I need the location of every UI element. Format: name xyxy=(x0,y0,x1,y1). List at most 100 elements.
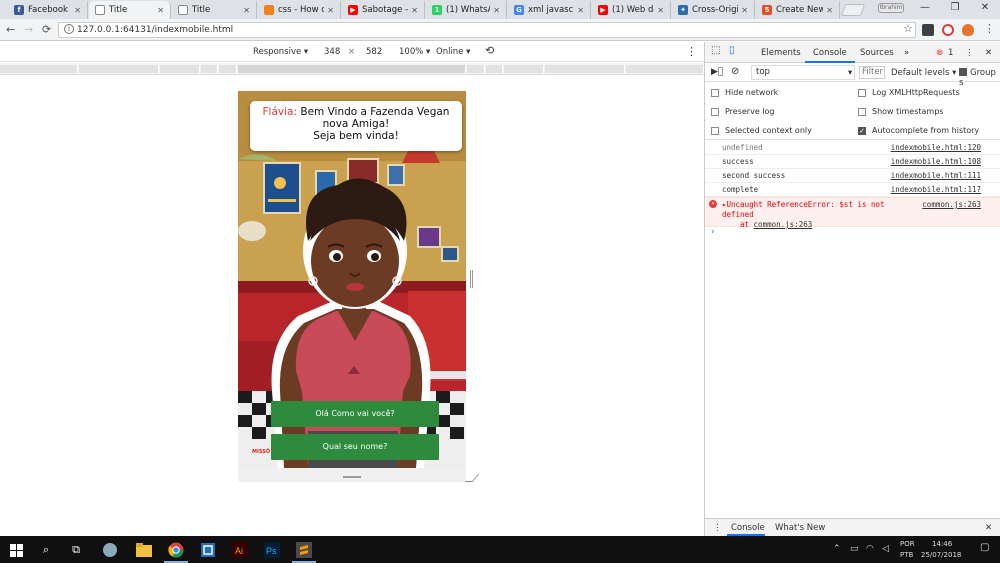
app-icon[interactable] xyxy=(198,540,218,560)
network-icon[interactable]: ▭ xyxy=(850,544,859,554)
drawer-tab-whats-new[interactable]: What's New xyxy=(775,523,825,533)
restore-button[interactable]: ❐ xyxy=(948,2,962,13)
volume-icon[interactable]: ◁ xyxy=(882,544,889,554)
device-mode-select[interactable]: Responsive ▾ xyxy=(253,47,308,57)
browser-tab[interactable]: 5 Create New ✕ xyxy=(756,1,840,19)
input-language[interactable]: POR xyxy=(900,540,915,548)
wifi-icon[interactable]: ◠ xyxy=(866,544,874,554)
preserve-log-checkbox[interactable]: Preserve log xyxy=(711,107,775,116)
zoom-select[interactable]: 100% ▾ xyxy=(399,47,430,57)
clock-time[interactable]: 14:46 xyxy=(932,540,952,548)
browser-tab[interactable]: css - How ca✕ xyxy=(258,1,341,19)
forward-button[interactable]: → xyxy=(24,23,33,36)
browser-tab[interactable]: Title ✕ xyxy=(172,1,257,19)
device-width-input[interactable]: 348 xyxy=(324,47,340,57)
console-prompt[interactable]: › xyxy=(705,227,1000,241)
error-count-icon[interactable]: ⊗ xyxy=(936,48,943,58)
extension-icon[interactable] xyxy=(962,24,974,36)
file-explorer-icon[interactable] xyxy=(134,540,154,560)
drawer-close-icon[interactable]: ✕ xyxy=(985,523,992,533)
app-icon[interactable] xyxy=(100,540,120,560)
extension-icon[interactable] xyxy=(922,24,934,36)
close-tab-icon[interactable]: ✕ xyxy=(243,6,250,15)
chrome-icon[interactable] xyxy=(166,540,186,560)
autocomplete-checkbox[interactable]: ✓ Autocomplete from history xyxy=(858,126,979,135)
close-tab-icon[interactable]: ✕ xyxy=(74,6,81,15)
bookmark-star-icon[interactable]: ☆ xyxy=(903,22,913,35)
log-source-link[interactable]: indexmobile.html:111 xyxy=(891,169,981,182)
close-tab-icon[interactable]: ✕ xyxy=(577,6,584,15)
minimize-button[interactable]: — xyxy=(918,2,932,13)
drawer-tab-console[interactable]: Console xyxy=(731,523,765,533)
log-xhr-checkbox[interactable]: Log XMLHttpRequests xyxy=(858,88,960,97)
close-tab-icon[interactable]: ✕ xyxy=(657,6,664,15)
devtools-close-icon[interactable]: ✕ xyxy=(985,48,992,58)
back-button[interactable]: ← xyxy=(6,23,15,36)
extension-icon[interactable] xyxy=(942,24,954,36)
search-icon[interactable]: ⌕ xyxy=(36,540,56,560)
close-tab-icon[interactable]: ✕ xyxy=(327,6,334,15)
selected-context-checkbox[interactable]: Selected context only xyxy=(711,126,812,135)
hide-network-checkbox[interactable]: Hide network xyxy=(711,88,778,97)
log-source-link[interactable]: indexmobile.html:117 xyxy=(891,183,981,196)
device-height-input[interactable]: 582 xyxy=(366,47,382,57)
browser-tab[interactable]: Gxml javascrip✕ xyxy=(508,1,591,19)
choice-button-greeting[interactable]: Olá Como vai você? xyxy=(271,401,439,427)
inspect-element-icon[interactable]: ⬚ xyxy=(711,45,720,56)
browser-tab[interactable]: f Facebook ✕ xyxy=(8,1,88,19)
close-tab-icon[interactable]: ✕ xyxy=(826,6,833,15)
notifications-icon[interactable]: ▢ xyxy=(980,542,989,553)
resize-grip-bottom[interactable] xyxy=(343,476,361,478)
illustrator-icon[interactable]: Ai xyxy=(230,540,250,560)
close-window-button[interactable]: ✕ xyxy=(978,2,992,13)
devtools-menu-icon[interactable]: ⋮ xyxy=(965,48,974,58)
browser-tab[interactable]: ✦ Cross-Origin✕ xyxy=(672,1,755,19)
close-tab-icon[interactable]: ✕ xyxy=(411,6,418,15)
clock-date[interactable]: 25/07/2018 xyxy=(921,551,961,559)
missions-label[interactable]: MISSÕ xyxy=(252,449,270,455)
tab-console[interactable]: Console xyxy=(813,48,847,58)
close-tab-icon[interactable]: ✕ xyxy=(741,6,748,15)
rotate-icon[interactable]: ⟲ xyxy=(485,44,494,57)
photoshop-icon[interactable]: Ps xyxy=(262,540,282,560)
tray-chevron-icon[interactable]: ⌃ xyxy=(833,544,841,554)
site-info-icon[interactable]: i xyxy=(64,24,74,34)
url-bar[interactable]: i 127.0.0.1:64131/indexmobile.html xyxy=(58,22,916,38)
log-source-link[interactable]: indexmobile.html:108 xyxy=(891,155,981,168)
network-throttle-select[interactable]: Online ▾ xyxy=(436,47,470,57)
keyboard-layout[interactable]: PTB xyxy=(900,551,913,559)
device-toggle-icon[interactable]: ▯ xyxy=(729,45,735,56)
more-tabs-icon[interactable]: » xyxy=(904,48,909,58)
windows-start-icon[interactable] xyxy=(6,540,26,560)
log-source-link[interactable]: indexmobile.html:120 xyxy=(891,141,981,154)
chrome-menu-icon[interactable]: ⋮ xyxy=(984,22,995,35)
task-view-icon[interactable]: ⧉ xyxy=(66,540,86,560)
profile-badge[interactable]: Ibrahim xyxy=(878,3,904,13)
browser-tab[interactable]: Title ✕ xyxy=(89,1,171,19)
drawer-menu-icon[interactable]: ⋮ xyxy=(713,523,722,533)
close-tab-icon[interactable]: ✕ xyxy=(157,6,164,15)
filter-input[interactable]: Filter xyxy=(859,66,885,79)
reload-button[interactable]: ⟳ xyxy=(42,23,51,36)
browser-tab[interactable]: ▶ Sabotage - N✕ xyxy=(342,1,425,19)
choice-button-name[interactable]: Qual seu nome? xyxy=(271,434,439,460)
media-query-ruler[interactable] xyxy=(0,63,704,75)
sidebar-toggle-icon[interactable]: ▶⃞ xyxy=(711,67,723,77)
error-row[interactable]: ✕ ▸Uncaught ReferenceError: $st is not d… xyxy=(705,197,1000,229)
show-timestamps-checkbox[interactable]: Show timestamps xyxy=(858,107,943,116)
device-toolbar-menu-icon[interactable]: ⋮ xyxy=(686,45,697,58)
address-toolbar: ← → ⟳ i 127.0.0.1:64131/indexmobile.html… xyxy=(0,19,1000,41)
tab-sources[interactable]: Sources xyxy=(860,48,894,58)
game-screen[interactable]: Flávia: Bem Vindo a Fazenda Vegan nova A… xyxy=(238,91,466,468)
error-source-link[interactable]: common.js:263 xyxy=(922,200,981,210)
clear-console-icon[interactable]: ⊘ xyxy=(731,66,739,77)
sublime-text-icon[interactable] xyxy=(294,540,314,560)
log-levels-select[interactable]: Default levels ▾ xyxy=(891,68,956,78)
resize-grip-right[interactable] xyxy=(470,270,473,288)
context-select[interactable]: top ▾ xyxy=(751,65,855,80)
browser-tab[interactable]: ▶ (1) Web data✕ xyxy=(592,1,671,19)
browser-tab[interactable]: 1 (1) WhatsApp✕ xyxy=(426,1,507,19)
new-tab-button[interactable] xyxy=(840,4,866,16)
close-tab-icon[interactable]: ✕ xyxy=(493,6,500,15)
tab-elements[interactable]: Elements xyxy=(761,48,801,58)
